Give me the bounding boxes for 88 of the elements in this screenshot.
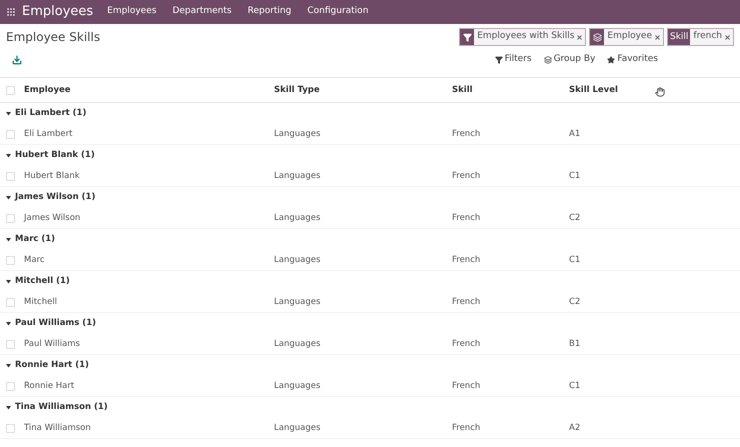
layers-icon <box>592 32 602 42</box>
table-cell-text: Ronnie Hart <box>24 380 76 392</box>
search-facet[interactable]: Employee <box>589 28 664 46</box>
table-cell-text: B1 <box>569 338 582 350</box>
facet-value: Employees with Skills <box>477 30 574 44</box>
nav-menu-item[interactable]: Employees <box>107 5 156 19</box>
close-icon[interactable] <box>577 34 582 40</box>
table-cell-text: Languages <box>274 170 322 182</box>
hand-cursor-icon <box>655 87 665 97</box>
table-cell-text: C2 <box>569 212 582 224</box>
group-row[interactable]: Eli Lambert (1) <box>0 103 740 124</box>
table-cell-text: Languages <box>274 128 322 140</box>
layers-icon <box>544 56 552 64</box>
column-header[interactable]: Skill <box>452 84 569 96</box>
filter-icon <box>494 56 503 64</box>
table-cell-text: James Wilson <box>24 212 82 224</box>
table-cell-text: French <box>452 380 482 392</box>
group-row[interactable]: Paul Williams (1) <box>0 313 740 334</box>
table-cell-text: Mitchell <box>24 296 58 308</box>
table-cell-text: Languages <box>274 296 322 308</box>
search-option-button[interactable]: Filters <box>494 53 532 67</box>
app-title[interactable]: Employees <box>22 2 94 22</box>
group-row[interactable]: Tina Williamson (1) <box>0 397 740 418</box>
facet-label: Skill <box>668 29 690 45</box>
table-cell-text: French <box>452 254 482 266</box>
facet-value: Employee <box>607 30 652 44</box>
row-checkbox[interactable] <box>6 172 15 180</box>
table-cell-text: A2 <box>569 422 582 434</box>
table-cell-text: C1 <box>569 380 582 392</box>
table-cell-text: French <box>452 422 482 434</box>
search-option-button[interactable]: Group By <box>544 53 596 67</box>
group-label: James Wilson (1) <box>15 191 96 204</box>
row-checkbox[interactable] <box>6 298 15 306</box>
table-cell-text: Hubert Blank <box>24 170 81 182</box>
group-row[interactable]: James Wilson (1) <box>0 187 740 208</box>
table-cell-text: French <box>452 128 482 140</box>
page-title: Employee Skills <box>6 29 100 46</box>
star-icon <box>607 56 616 64</box>
table-cell-text: C1 <box>569 254 582 266</box>
group-row[interactable]: Mitchell (1) <box>0 271 740 292</box>
close-icon[interactable] <box>725 34 730 40</box>
table-cell-text: A1 <box>569 128 582 140</box>
nav-menu-item[interactable]: Departments <box>172 5 232 19</box>
search-facet[interactable]: Skill french <box>666 28 734 46</box>
group-label: Eli Lambert (1) <box>15 107 86 120</box>
row-checkbox[interactable] <box>6 86 15 94</box>
table-cell-text: French <box>452 296 482 308</box>
apps-menu-icon[interactable] <box>6 7 16 17</box>
close-icon[interactable] <box>654 34 660 40</box>
row-checkbox[interactable] <box>6 340 15 348</box>
table-cell-text: Marc <box>24 254 46 266</box>
row-checkbox[interactable] <box>6 382 15 390</box>
table-cell-text: French <box>452 170 482 182</box>
group-label: Hubert Blank (1) <box>15 149 95 162</box>
filter-icon <box>462 32 472 42</box>
table-cell-text: Paul Williams <box>24 338 81 350</box>
group-label: Ronnie Hart (1) <box>15 359 89 372</box>
search-facet[interactable]: Employees with Skills <box>459 28 586 46</box>
table-cell-text: Languages <box>274 212 322 224</box>
group-label: Tina Williamson (1) <box>15 401 108 414</box>
row-checkbox[interactable] <box>6 256 15 264</box>
table-cell-text: C2 <box>569 296 582 308</box>
group-row[interactable]: Ronnie Hart (1) <box>0 355 740 376</box>
table-cell-text: French <box>452 338 482 350</box>
download-icon[interactable] <box>12 55 22 65</box>
table-cell-text: French <box>452 212 482 224</box>
column-header[interactable]: Employee <box>24 84 274 96</box>
nav-menu-item[interactable]: Configuration <box>307 5 368 19</box>
row-checkbox[interactable] <box>6 130 15 138</box>
group-label: Mitchell (1) <box>15 275 70 288</box>
table-cell-text: Languages <box>274 338 322 350</box>
search-option-button[interactable]: Favorites <box>607 53 658 67</box>
group-label: Paul Williams (1) <box>15 317 96 330</box>
table-cell-text: Eli Lambert <box>24 128 74 140</box>
nav-menu-item[interactable]: Reporting <box>248 5 292 19</box>
table-cell-text: Languages <box>274 254 322 266</box>
row-checkbox[interactable] <box>6 214 15 222</box>
facet-value: french <box>693 30 722 44</box>
table-cell-text: Languages <box>274 380 322 392</box>
row-checkbox[interactable] <box>6 424 15 432</box>
group-label: Marc (1) <box>15 233 56 246</box>
table-cell-text: Tina Williamson <box>24 422 92 434</box>
column-header[interactable]: Skill Level <box>569 84 649 96</box>
column-header[interactable]: Skill Type <box>274 84 452 96</box>
group-row[interactable]: Marc (1) <box>0 229 740 250</box>
table-cell-text: Languages <box>274 422 322 434</box>
group-row[interactable]: Hubert Blank (1) <box>0 145 740 166</box>
table-cell-text: C1 <box>569 170 582 182</box>
